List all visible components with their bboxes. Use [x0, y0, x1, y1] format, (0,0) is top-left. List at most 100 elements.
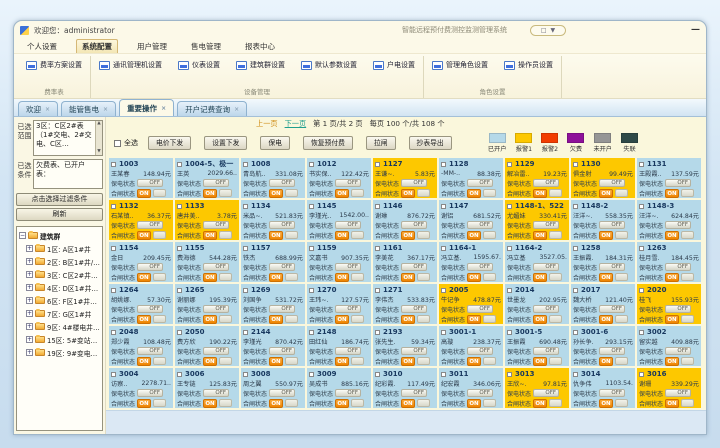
switch-on-button[interactable]: ON: [665, 315, 679, 324]
protect-off-toggle[interactable]: OFF: [467, 347, 493, 355]
card-checkbox[interactable]: [309, 330, 314, 335]
card-checkbox[interactable]: [441, 372, 446, 377]
selected-condition-box[interactable]: 欠费表、已开户表：: [33, 159, 103, 189]
protect-off-toggle[interactable]: OFF: [599, 221, 625, 229]
card-checkbox[interactable]: [177, 372, 182, 377]
switch-on-button[interactable]: ON: [137, 189, 151, 198]
meter-card[interactable]: 1130 俱金射 99.49元 保电状态 OFF 合闸状态 ON: [571, 158, 635, 198]
protect-off-toggle[interactable]: OFF: [137, 179, 163, 187]
menu-item[interactable]: 售电管理: [186, 40, 226, 53]
meter-card[interactable]: 2193 张先生. 59.34元 保电状态 OFF 合闸状态 ON: [373, 326, 437, 366]
card-checkbox[interactable]: [177, 162, 182, 167]
switch-toggle-track[interactable]: [219, 315, 232, 323]
switch-toggle-track[interactable]: [615, 399, 628, 407]
protect-off-toggle[interactable]: OFF: [203, 305, 229, 313]
card-checkbox[interactable]: [639, 162, 644, 167]
meter-card[interactable]: 2020 桂飞 155.93元 保电状态 OFF 合闸状态 ON: [637, 284, 701, 324]
switch-toggle-track[interactable]: [681, 357, 694, 365]
switch-toggle-track[interactable]: [615, 189, 628, 197]
tree-expander-icon[interactable]: +: [26, 258, 33, 265]
meter-card[interactable]: 1132 石某镇.. 36.37元 保电状态 OFF 合闸状态 ON: [109, 200, 173, 240]
switch-toggle-track[interactable]: [615, 357, 628, 365]
meter-card[interactable]: 1164-2 冯立基 3527.05. 保电状态 OFF 合闸状态 ON: [505, 242, 569, 282]
meter-card[interactable]: 1264 胡姚娜. 57.30元 保电状态 OFF 合闸状态 ON: [109, 284, 173, 324]
protect-off-toggle[interactable]: OFF: [599, 389, 625, 397]
meter-card[interactable]: 2017 魏大桥 121.40元 保电状态 OFF 合闸状态 ON: [571, 284, 635, 324]
switch-on-button[interactable]: ON: [335, 315, 349, 324]
card-checkbox[interactable]: [375, 288, 380, 293]
switch-toggle-track[interactable]: [681, 399, 694, 407]
switch-toggle-track[interactable]: [549, 315, 562, 323]
switch-on-button[interactable]: ON: [467, 189, 481, 198]
meter-card[interactable]: 3004 访察.. 2278.71.. 保电状态 OFF 合闸状态 ON: [109, 368, 173, 408]
switch-on-button[interactable]: ON: [203, 231, 217, 240]
switch-toggle-track[interactable]: [615, 315, 628, 323]
meter-card[interactable]: 1128 -MM-.. 88.38元 保电状态 OFF 合闸状态 ON: [439, 158, 503, 198]
action-button[interactable]: 恢复预付费: [303, 136, 353, 150]
protect-off-toggle[interactable]: OFF: [599, 347, 625, 355]
switch-on-button[interactable]: ON: [599, 357, 613, 366]
protect-off-toggle[interactable]: OFF: [533, 305, 559, 313]
switch-toggle-track[interactable]: [417, 231, 430, 239]
protect-off-toggle[interactable]: OFF: [533, 221, 559, 229]
tree-expander-icon[interactable]: +: [26, 245, 33, 252]
switch-toggle-track[interactable]: [153, 273, 166, 281]
switch-toggle-track[interactable]: [153, 399, 166, 407]
menu-item[interactable]: 个人设置: [22, 40, 62, 53]
card-checkbox[interactable]: [243, 246, 248, 251]
protect-off-toggle[interactable]: OFF: [269, 347, 295, 355]
switch-toggle-track[interactable]: [153, 231, 166, 239]
switch-on-button[interactable]: ON: [401, 189, 415, 198]
switch-toggle-track[interactable]: [285, 357, 298, 365]
switch-on-button[interactable]: ON: [401, 231, 415, 240]
switch-on-button[interactable]: ON: [665, 357, 679, 366]
switch-toggle-track[interactable]: [549, 357, 562, 365]
protect-off-toggle[interactable]: OFF: [335, 221, 361, 229]
switch-toggle-track[interactable]: [351, 189, 364, 197]
tab-close-icon[interactable]: ×: [103, 106, 108, 113]
switch-on-button[interactable]: ON: [269, 189, 283, 198]
meter-card[interactable]: 3016 谢珊 339.29元 保电状态 OFF 合闸状态 ON: [637, 368, 701, 408]
protect-off-toggle[interactable]: OFF: [269, 305, 295, 313]
switch-toggle-track[interactable]: [483, 231, 496, 239]
scroll-up-icon[interactable]: ▲: [97, 121, 100, 127]
switch-toggle-track[interactable]: [351, 231, 364, 239]
tree-expander-icon[interactable]: +: [26, 310, 33, 317]
card-checkbox[interactable]: [573, 330, 578, 335]
document-tab[interactable]: 欢迎 ×: [18, 101, 58, 116]
card-checkbox[interactable]: [177, 204, 182, 209]
protect-off-toggle[interactable]: OFF: [533, 179, 559, 187]
protect-off-toggle[interactable]: OFF: [137, 347, 163, 355]
card-checkbox[interactable]: [111, 288, 116, 293]
switch-toggle-track[interactable]: [219, 189, 232, 197]
meter-card[interactable]: 1271 李伟杰 533.83元 保电状态 OFF 合闸状态 ON: [373, 284, 437, 324]
switch-on-button[interactable]: ON: [599, 399, 613, 408]
card-checkbox[interactable]: [573, 162, 578, 167]
tree-item[interactable]: + 9区: 4#楼电井（4#…: [26, 320, 100, 333]
meter-card[interactable]: 2005 牛记争 478.87元 保电状态 OFF 合闸状态 ON: [439, 284, 503, 324]
switch-toggle-track[interactable]: [549, 399, 562, 407]
switch-on-button[interactable]: ON: [467, 357, 481, 366]
selected-range-box[interactable]: 3区：C区2#表（1#交电、2#交电、C区… ▲▼: [33, 120, 103, 156]
switch-toggle-track[interactable]: [351, 315, 364, 323]
tree-item[interactable]: + 19区: 9#变电站（2…: [26, 346, 100, 359]
tab-close-icon[interactable]: ×: [161, 105, 166, 112]
switch-toggle-track[interactable]: [417, 357, 430, 365]
protect-off-toggle[interactable]: OFF: [203, 263, 229, 271]
meter-card[interactable]: 2148 田红仙 186.74元 保电状态 OFF 合闸状态 ON: [307, 326, 371, 366]
protect-off-toggle[interactable]: OFF: [203, 221, 229, 229]
protect-off-toggle[interactable]: OFF: [533, 389, 559, 397]
card-checkbox[interactable]: [507, 288, 512, 293]
meter-card[interactable]: 1003 王某春 148.94元 保电状态 OFF 合闸状态 ON: [109, 158, 173, 198]
switch-on-button[interactable]: ON: [203, 357, 217, 366]
tree-expander-icon[interactable]: +: [26, 284, 33, 291]
switch-on-button[interactable]: ON: [137, 273, 151, 282]
switch-on-button[interactable]: ON: [467, 399, 481, 408]
switch-on-button[interactable]: ON: [203, 399, 217, 408]
card-checkbox[interactable]: [309, 372, 314, 377]
meter-card[interactable]: 1161 李美花 367.17元 保电状态 OFF 合闸状态 ON: [373, 242, 437, 282]
protect-off-toggle[interactable]: OFF: [665, 305, 691, 313]
tree-expander-icon[interactable]: +: [26, 271, 33, 278]
meter-card[interactable]: 1269 刘国争 531.72元 保电状态 OFF 合闸状态 ON: [241, 284, 305, 324]
action-button[interactable]: 保电: [260, 136, 290, 150]
